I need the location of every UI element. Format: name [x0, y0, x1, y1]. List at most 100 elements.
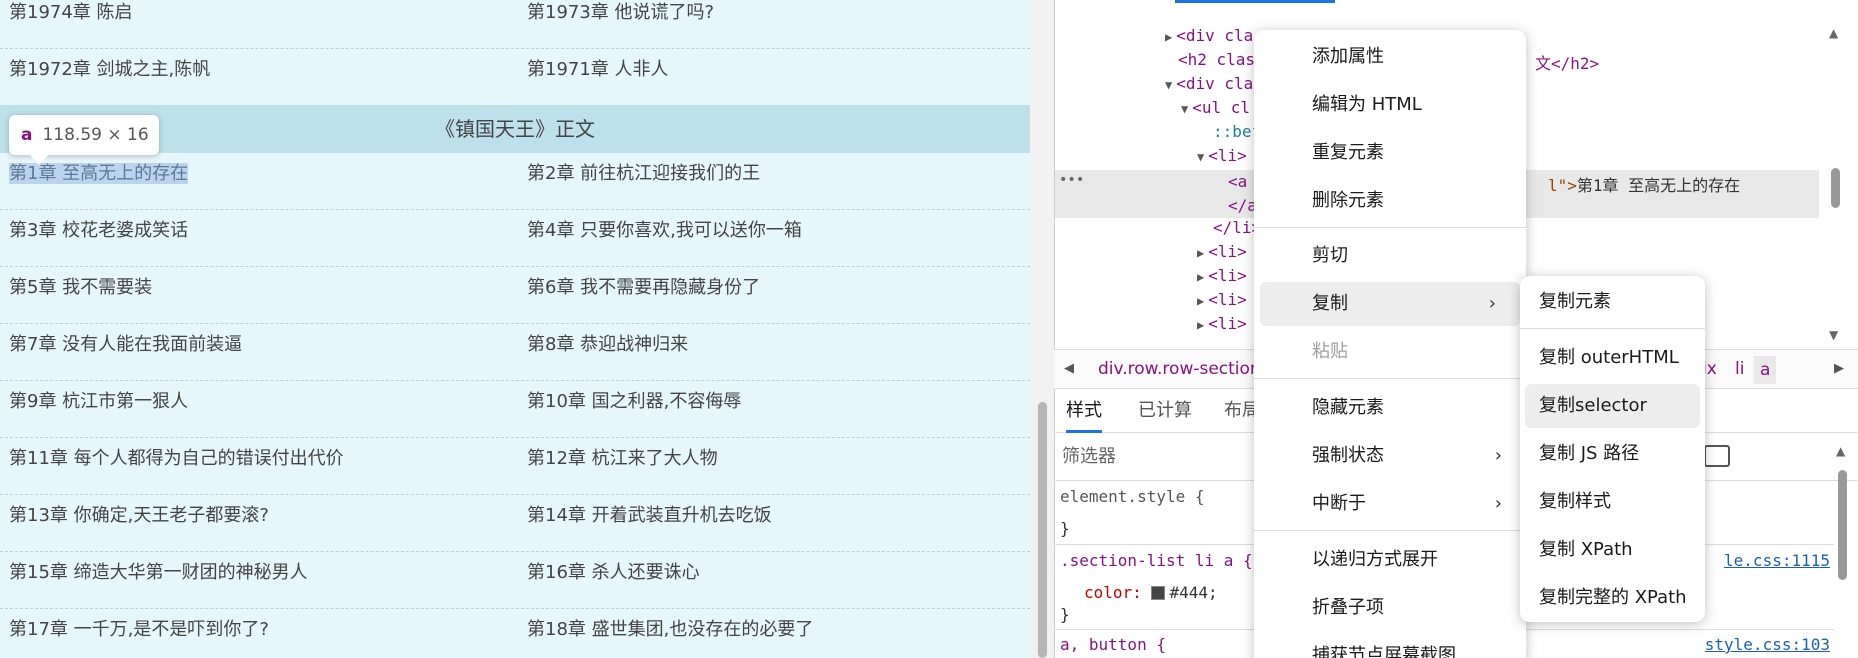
menu-separator: [1254, 227, 1526, 228]
dom-scrollbar-thumb[interactable]: [1831, 168, 1840, 208]
dom-node[interactable]: ▼ <ul cl: [1181, 98, 1250, 117]
menu-item-edit-as-html[interactable]: 编辑为 HTML: [1254, 83, 1526, 127]
styles-scrollbar-thumb[interactable]: [1838, 470, 1847, 580]
submenu-item-copy-full-xpath[interactable]: 复制完整的 XPath: [1520, 576, 1705, 620]
submenu-item-copy-styles[interactable]: 复制样式: [1520, 480, 1705, 524]
selected-text: 第1章 至高无上的存在: [9, 163, 189, 184]
rule-selector[interactable]: a, button {: [1060, 635, 1166, 654]
chapter-row: 第17章 一千万,是不是吓到你了? 第18章 盛世集团,也没存在的必要了: [0, 609, 1030, 658]
chapter-link[interactable]: 第16章 杀人还要诛心: [527, 552, 700, 608]
submenu-item-copy-selector[interactable]: 复制selector: [1525, 384, 1700, 428]
rule-selector[interactable]: .section-list li a {: [1060, 551, 1253, 570]
menu-item-label: 中断于: [1312, 493, 1366, 514]
tab-computed[interactable]: 已计算: [1138, 389, 1192, 433]
menu-item-label: 复制: [1312, 293, 1348, 314]
chapter-row: 第11章 每个人都得为自己的错误付出代价 第12章 杭江来了大人物: [0, 438, 1030, 495]
chapter-link[interactable]: 第1974章 陈启: [9, 0, 133, 48]
chapter-link[interactable]: 第12章 杭江来了大人物: [527, 438, 718, 494]
sidebar-toggle-icon[interactable]: [1704, 445, 1730, 467]
submenu-item-copy-element[interactable]: 复制元素: [1520, 280, 1705, 324]
chapter-row: 第3章 校花老婆成笑话 第4章 只要你喜欢,我可以送你一箱: [0, 210, 1030, 267]
page-scrollbar[interactable]: [1030, 0, 1054, 658]
chapter-link[interactable]: 第6章 我不需要再隐藏身份了: [527, 267, 760, 323]
chapter-link[interactable]: 第5章 我不需要装: [9, 267, 152, 323]
dom-node[interactable]: ▶ <div cla: [1165, 26, 1253, 45]
chapter-link[interactable]: 第1972章 剑城之主,陈帆: [9, 49, 210, 105]
chapter-link[interactable]: 第13章 你确定,天王老子都要滚?: [9, 495, 269, 551]
menu-item-add-attribute[interactable]: 添加属性: [1254, 35, 1526, 79]
chapter-link[interactable]: 第15章 缔造大华第一财团的神秘男人: [9, 552, 308, 608]
dom-node[interactable]: ▶ <li>: [1197, 242, 1247, 261]
rule-source-link[interactable]: style.css:103: [1705, 635, 1830, 654]
submenu-item-copy-outerhtml[interactable]: 复制 outerHTML: [1520, 336, 1705, 380]
scroll-up-icon[interactable]: ▲: [1836, 444, 1845, 458]
chapter-row: 第13章 你确定,天王老子都要滚? 第14章 开着武装直升机去吃饭: [0, 495, 1030, 552]
chapter-link[interactable]: 第17章 一千万,是不是吓到你了?: [9, 609, 269, 658]
menu-item-delete-element[interactable]: 删除元素: [1254, 179, 1526, 223]
dom-node[interactable]: <h2 clas: [1178, 50, 1255, 69]
chevron-right-icon: ›: [1494, 493, 1502, 514]
scroll-down-icon[interactable]: ▼: [1829, 328, 1838, 342]
chapter-link[interactable]: 第10章 国之利器,不容侮辱: [527, 381, 741, 437]
css-property[interactable]: color: #444;: [1084, 583, 1218, 602]
chapter-link[interactable]: 第18章 盛世集团,也没存在的必要了: [527, 609, 813, 658]
dom-node-tail: 文</h2>: [1535, 54, 1600, 73]
chapter-link[interactable]: 第7章 没有人能在我面前装逼: [9, 324, 242, 380]
submenu-item-copy-js-path[interactable]: 复制 JS 路径: [1520, 432, 1705, 476]
breadcrumb-item-active[interactable]: a: [1754, 356, 1777, 384]
breadcrumb-left-icon[interactable]: ◀: [1064, 350, 1074, 388]
chapter-row: 第1章 至高无上的存在 第2章 前往杭江迎接我们的王: [0, 153, 1030, 210]
chapter-link[interactable]: 第4章 只要你喜欢,我可以送你一箱: [527, 210, 802, 266]
dom-node[interactable]: ▼ <div cla: [1165, 74, 1253, 93]
tooltip-dimensions: 118.59 × 16: [42, 125, 149, 145]
chapter-row: 第1972章 剑城之主,陈帆 第1971章 人非人: [0, 49, 1030, 106]
page-scrollbar-thumb[interactable]: [1038, 402, 1047, 658]
chapter-link[interactable]: 第3章 校花老婆成笑话: [9, 210, 188, 266]
menu-separator: [1254, 530, 1526, 531]
submenu-item-copy-xpath[interactable]: 复制 XPath: [1520, 528, 1705, 572]
chapter-row: 第15章 缔造大华第一财团的神秘男人 第16章 杀人还要诛心: [0, 552, 1030, 609]
context-menu: 添加属性 编辑为 HTML 重复元素 删除元素 剪切 复制 › 粘贴 隐藏元素 …: [1254, 30, 1526, 658]
chapter-row: 第9章 杭江市第一狠人 第10章 国之利器,不容侮辱: [0, 381, 1030, 438]
rule-source-link[interactable]: le.css:1115: [1724, 551, 1830, 570]
web-page: 第1974章 陈启 第1973章 他说谎了吗? 第1972章 剑城之主,陈帆 第…: [0, 0, 1030, 658]
menu-item-cut[interactable]: 剪切: [1254, 234, 1526, 278]
chapter-link[interactable]: 第9章 杭江市第一狠人: [9, 381, 188, 437]
chapter-link[interactable]: 第11章 每个人都得为自己的错误付出代价: [9, 438, 344, 494]
closing-brace: }: [1060, 605, 1070, 624]
tab-styles[interactable]: 样式: [1066, 389, 1102, 433]
more-dots-icon[interactable]: •••: [1059, 172, 1084, 188]
breadcrumb-item[interactable]: div.row.row-section: [1098, 350, 1261, 388]
menu-item-paste: 粘贴: [1312, 341, 1348, 362]
dom-node[interactable]: ▶ <li>: [1197, 290, 1247, 309]
menu-item-hide-element[interactable]: 隐藏元素: [1254, 386, 1526, 430]
dom-node[interactable]: ▶ <li>: [1197, 314, 1247, 333]
menu-separator: [1520, 328, 1705, 329]
breadcrumb-item[interactable]: li: [1735, 350, 1744, 388]
filter-input[interactable]: 筛选器: [1062, 433, 1116, 481]
menu-item-copy[interactable]: 复制 ›: [1260, 282, 1520, 326]
menu-item-expand-recursively[interactable]: 以递归方式展开: [1254, 538, 1526, 582]
menu-item-capture-node-screenshot[interactable]: 捕获节点屏幕截图: [1254, 634, 1526, 658]
menu-item-force-state[interactable]: 强制状态 ›: [1254, 434, 1526, 478]
chapter-row: 第7章 没有人能在我面前装逼 第8章 恭迎战神归来: [0, 324, 1030, 381]
chapter-link[interactable]: 第14章 开着武装直升机去吃饭: [527, 495, 772, 551]
chapter-link[interactable]: 第1971章 人非人: [527, 49, 669, 105]
dom-node[interactable]: ▶ <li>: [1197, 266, 1247, 285]
element-style-selector[interactable]: element.style {: [1060, 487, 1205, 506]
active-tab-indicator: [1175, 0, 1335, 3]
menu-item-break-on[interactable]: 中断于 ›: [1254, 482, 1526, 526]
dom-tree-scrollbar[interactable]: ▲ ▼: [1827, 20, 1845, 350]
menu-item-duplicate-element[interactable]: 重复元素: [1254, 131, 1526, 175]
styles-scrollbar[interactable]: ▲: [1834, 440, 1852, 658]
dom-node[interactable]: ▼ <li>: [1197, 146, 1247, 165]
chapter-link[interactable]: 第2章 前往杭江迎接我们的王: [527, 153, 760, 209]
breadcrumb-right-icon[interactable]: ▶: [1834, 350, 1844, 388]
copy-submenu: 复制元素 复制 outerHTML 复制selector 复制 JS 路径 复制…: [1520, 276, 1705, 622]
chapter-link[interactable]: 第1973章 他说谎了吗?: [527, 0, 714, 48]
menu-item-label: 强制状态: [1312, 445, 1384, 466]
menu-item-collapse-children[interactable]: 折叠子项: [1254, 586, 1526, 630]
color-swatch[interactable]: [1151, 586, 1166, 600]
scroll-up-icon[interactable]: ▲: [1829, 26, 1838, 40]
chapter-link[interactable]: 第8章 恭迎战神归来: [527, 324, 688, 380]
